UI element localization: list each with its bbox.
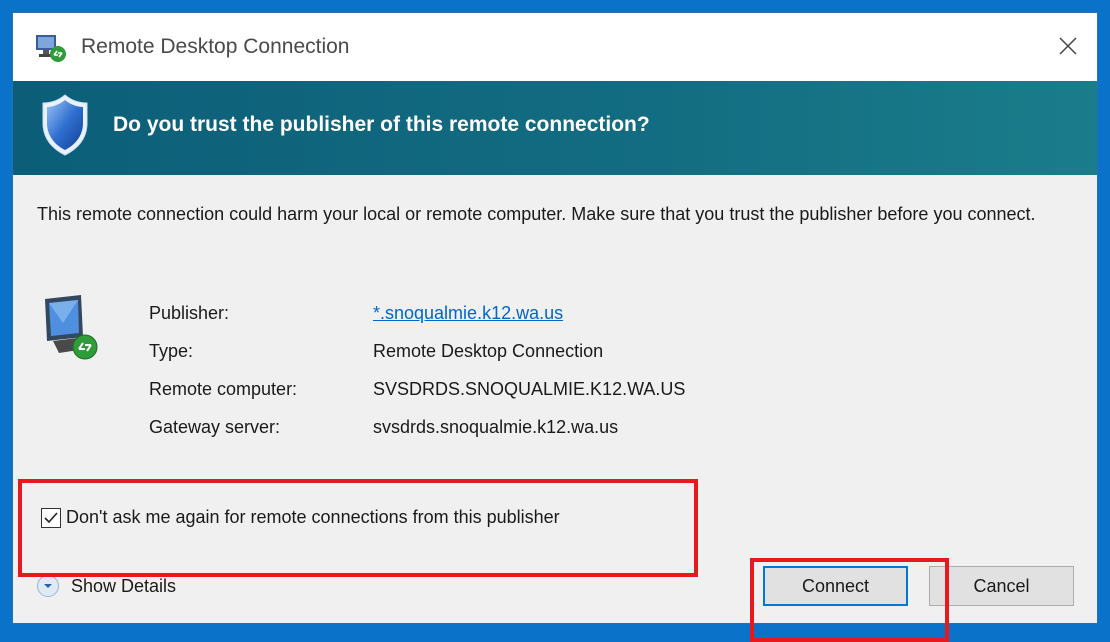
checkmark-icon [44, 511, 58, 523]
type-value: Remote Desktop Connection [373, 341, 604, 361]
connect-button[interactable]: Connect [763, 566, 908, 606]
close-button[interactable] [1045, 23, 1091, 69]
shield-icon [42, 94, 88, 156]
close-icon [1059, 37, 1077, 55]
window-title: Remote Desktop Connection [81, 35, 350, 58]
rdp-trust-dialog: Remote Desktop Connection Do you trust t… [12, 12, 1098, 642]
dont-ask-again-option[interactable]: Don't ask me again for remote connection… [41, 507, 560, 528]
remote-computer-icon [45, 295, 98, 360]
trust-question-heading: Do you trust the publisher of this remot… [113, 113, 650, 136]
show-details-label: Show Details [71, 575, 177, 596]
gateway-server-label: Gateway server: [149, 417, 281, 437]
warning-description: This remote connection could harm your l… [37, 204, 1036, 224]
remote-computer-label: Remote computer: [149, 379, 298, 399]
remote-computer-value: SVSDRDS.SNOQUALMIE.K12.WA.US [373, 379, 686, 399]
dont-ask-again-label: Don't ask me again for remote connection… [66, 507, 560, 527]
cancel-button[interactable]: Cancel [929, 566, 1074, 606]
dont-ask-again-checkbox[interactable] [41, 507, 61, 528]
chevron-down-icon [37, 575, 59, 597]
checkbox-highlight-box [18, 479, 698, 577]
warning-banner: Do you trust the publisher of this remot… [13, 81, 1097, 175]
publisher-label: Publisher: [149, 303, 230, 323]
show-details-toggle[interactable]: Show Details [37, 575, 176, 597]
type-label: Type: [149, 341, 194, 361]
remote-desktop-app-icon [36, 35, 66, 62]
title-bar: Remote Desktop Connection [13, 13, 1097, 81]
publisher-link[interactable]: *.snoqualmie.k12.wa.us [373, 303, 563, 324]
gateway-server-value: svsdrds.snoqualmie.k12.wa.us [373, 417, 619, 437]
